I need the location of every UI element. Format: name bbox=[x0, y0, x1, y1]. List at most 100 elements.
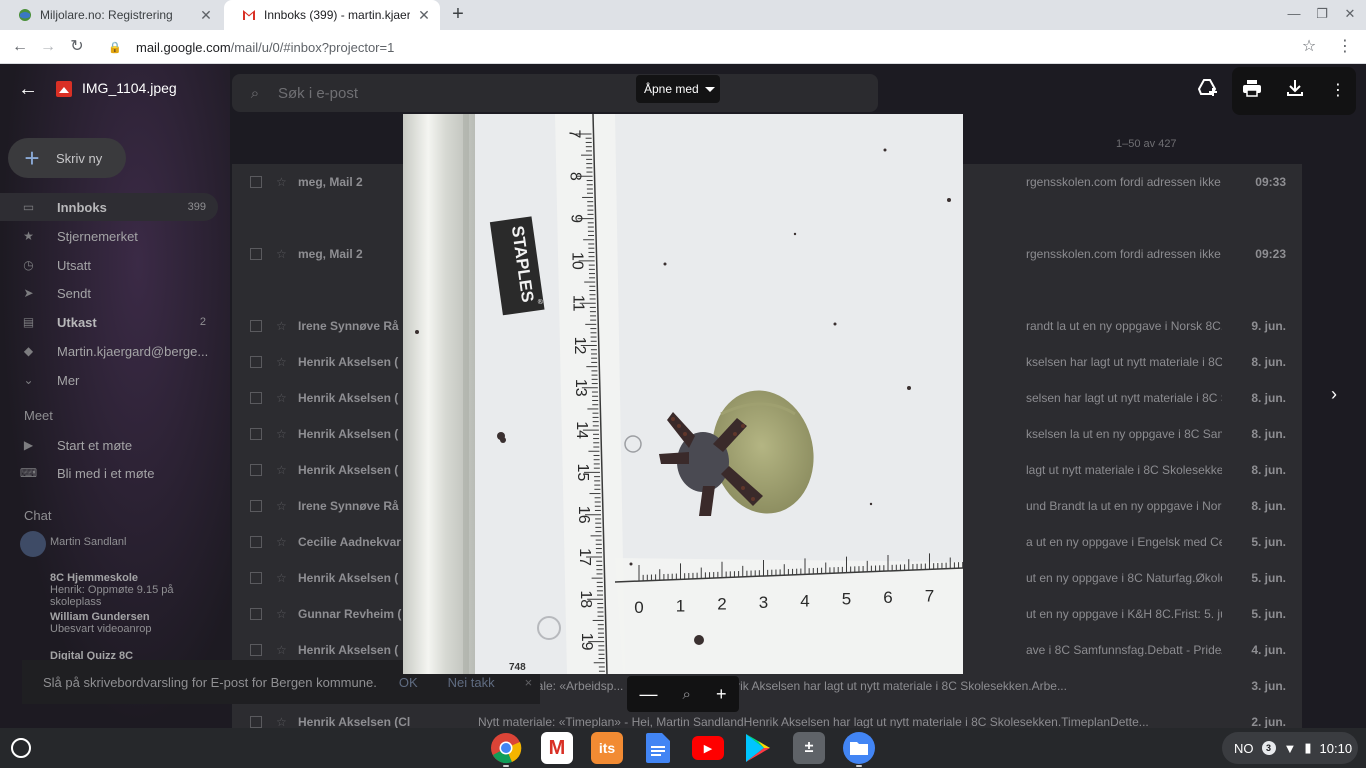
video-icon: ▶ bbox=[23, 438, 34, 452]
compose-plus-icon: + bbox=[24, 142, 40, 173]
chrome-app-icon[interactable] bbox=[490, 732, 522, 767]
row-snippet: iale: «Arbeidsp... Martin SandlandHenrik… bbox=[534, 679, 1067, 693]
nav-inbox[interactable]: ▭ Innboks 399 bbox=[0, 193, 218, 221]
chat-item[interactable]: William Gundersen Ubesvart videoanrop bbox=[50, 611, 220, 635]
star-icon[interactable]: ☆ bbox=[276, 643, 298, 657]
zoom-out-icon[interactable]: — bbox=[640, 684, 658, 705]
row-checkbox[interactable] bbox=[250, 572, 262, 584]
close-tab-icon[interactable]: ✕ bbox=[198, 7, 214, 23]
photo-drawing: 78910111213141516171819 01234567 STAPLES… bbox=[403, 114, 963, 674]
chat-item[interactable]: 8C Hjemmeskole Henrik: Oppmøte 9.15 på s… bbox=[50, 572, 220, 608]
bookmark-star-icon[interactable]: ☆ bbox=[1298, 36, 1320, 58]
add-to-drive-icon[interactable] bbox=[1196, 79, 1220, 103]
toast-no-button[interactable]: Nei takk bbox=[448, 675, 495, 690]
star-icon[interactable]: ☆ bbox=[276, 499, 298, 513]
nav-label-martin[interactable]: ◆ Martin.kjaergard@berge... bbox=[0, 337, 218, 365]
docs-app-icon[interactable] bbox=[642, 732, 674, 764]
row-checkbox[interactable] bbox=[250, 500, 262, 512]
forward-arrow-icon[interactable]: → bbox=[37, 36, 59, 58]
row-checkbox[interactable] bbox=[250, 176, 262, 188]
star-icon[interactable]: ☆ bbox=[276, 571, 298, 585]
download-icon[interactable] bbox=[1283, 79, 1307, 103]
ruler-label: 6 bbox=[883, 588, 892, 607]
row-checkbox[interactable] bbox=[250, 464, 262, 476]
close-tab-icon[interactable]: ✕ bbox=[416, 7, 432, 23]
clock-icon: ◷ bbox=[23, 258, 34, 272]
youtube-app-icon[interactable]: ▶ bbox=[692, 736, 724, 760]
star-icon[interactable]: ☆ bbox=[276, 715, 298, 728]
chat-name: 8C Hjemmeskole bbox=[50, 572, 139, 584]
row-checkbox[interactable] bbox=[250, 392, 262, 404]
nav-more[interactable]: ⌄ Mer bbox=[0, 366, 218, 394]
viewer-filename: IMG_1104.jpeg bbox=[82, 80, 177, 96]
tab-gmail-inbox[interactable]: Innboks (399) - martin.kjaergard@ ✕ bbox=[224, 0, 440, 30]
star-icon[interactable]: ☆ bbox=[276, 391, 298, 405]
meet-start[interactable]: ▶ Start et møte bbox=[0, 431, 218, 459]
ruler-label: 14 bbox=[573, 421, 590, 439]
nav-sent[interactable]: ➤ Sendt bbox=[0, 279, 218, 307]
nav-starred[interactable]: ★ Stjernemerket bbox=[0, 222, 218, 250]
row-checkbox[interactable] bbox=[250, 320, 262, 332]
star-icon[interactable]: ☆ bbox=[276, 175, 298, 189]
open-with-button[interactable]: Åpne med bbox=[636, 75, 720, 103]
app-running-dot bbox=[856, 765, 862, 767]
close-window-icon[interactable]: ✕ bbox=[1340, 6, 1360, 24]
zoom-reset-icon[interactable]: ⌕ bbox=[683, 686, 691, 703]
play-store-app-icon[interactable] bbox=[742, 732, 774, 764]
meet-join[interactable]: ⌨ Bli med i et møte bbox=[0, 459, 218, 487]
row-checkbox[interactable] bbox=[250, 428, 262, 440]
ruler-label: 7 bbox=[566, 130, 583, 139]
star-icon[interactable]: ☆ bbox=[276, 535, 298, 549]
toast-ok-button[interactable]: OK bbox=[399, 675, 418, 690]
star-icon[interactable]: ☆ bbox=[276, 319, 298, 333]
toast-close-icon[interactable]: × bbox=[525, 675, 533, 690]
new-tab-button[interactable]: + bbox=[448, 4, 468, 24]
system-tray[interactable]: NO 3 ▼ ▮ 10:10 bbox=[1222, 732, 1358, 764]
restore-icon[interactable]: ❐ bbox=[1312, 6, 1332, 24]
tab-miljolare[interactable]: Miljolare.no: Registrering ✕ bbox=[0, 0, 222, 30]
compose-button[interactable]: + Skriv ny bbox=[8, 138, 126, 178]
row-checkbox[interactable] bbox=[250, 608, 262, 620]
star-icon[interactable]: ☆ bbox=[276, 355, 298, 369]
next-image-icon[interactable]: › bbox=[1320, 380, 1348, 408]
launcher-icon[interactable] bbox=[11, 738, 31, 758]
browser-toolbar: ← → ↻ 🔒 mail.google.com/mail/u/0/#inbox?… bbox=[0, 30, 1366, 64]
nav-label: Martin.kjaergard@berge... bbox=[57, 343, 209, 359]
print-icon[interactable] bbox=[1240, 79, 1264, 103]
ruler-label: 16 bbox=[575, 506, 592, 524]
calculator-app-icon[interactable]: ± bbox=[793, 732, 825, 764]
send-icon: ➤ bbox=[23, 286, 34, 300]
ruler-label: 18 bbox=[577, 590, 594, 608]
gmail-app-icon[interactable]: M bbox=[541, 732, 573, 764]
star-icon[interactable]: ☆ bbox=[276, 607, 298, 621]
address-bar[interactable]: 🔒 mail.google.com/mail/u/0/#inbox?projec… bbox=[100, 33, 1326, 61]
ruler-code: 748 bbox=[509, 662, 526, 673]
row-snippet: Nytt materiale: «Timeplan» - Hei, Martin… bbox=[478, 715, 1149, 728]
table-row[interactable]: ☆ Henrik Akselsen (Cl Nytt materiale: «Tim… bbox=[232, 704, 1302, 728]
viewer-back-icon[interactable]: ← bbox=[16, 77, 40, 101]
star-icon[interactable]: ☆ bbox=[276, 463, 298, 477]
back-arrow-icon[interactable]: ← bbox=[9, 36, 31, 58]
star-icon[interactable]: ☆ bbox=[276, 427, 298, 441]
row-checkbox[interactable] bbox=[250, 356, 262, 368]
nav-drafts[interactable]: ▤ Utkast 2 bbox=[0, 308, 218, 336]
row-checkbox[interactable] bbox=[250, 248, 262, 260]
files-app-icon[interactable] bbox=[843, 732, 875, 767]
row-checkbox[interactable] bbox=[250, 536, 262, 548]
nav-snoozed[interactable]: ◷ Utsatt bbox=[0, 251, 218, 279]
row-date: 09:33 bbox=[1255, 175, 1286, 189]
reload-icon[interactable]: ↻ bbox=[66, 36, 88, 58]
browser-menu-icon[interactable]: ⋮ bbox=[1334, 36, 1356, 58]
row-checkbox[interactable] bbox=[250, 716, 262, 728]
star-icon[interactable]: ☆ bbox=[276, 247, 298, 261]
gmail-icon bbox=[242, 8, 256, 22]
chat-preview: Henrik: Oppmøte 9.15 på skoleplass bbox=[50, 584, 174, 608]
ime-indicator: NO bbox=[1234, 740, 1254, 756]
minimize-icon[interactable]: — bbox=[1284, 6, 1304, 24]
more-options-icon[interactable]: ⋮ bbox=[1326, 79, 1350, 103]
its-app-icon[interactable]: its bbox=[591, 732, 623, 764]
zoom-in-icon[interactable]: + bbox=[716, 684, 727, 705]
row-checkbox[interactable] bbox=[250, 644, 262, 656]
nav-label: Bli med i et møte bbox=[57, 465, 155, 481]
app-running-dot bbox=[503, 765, 509, 767]
